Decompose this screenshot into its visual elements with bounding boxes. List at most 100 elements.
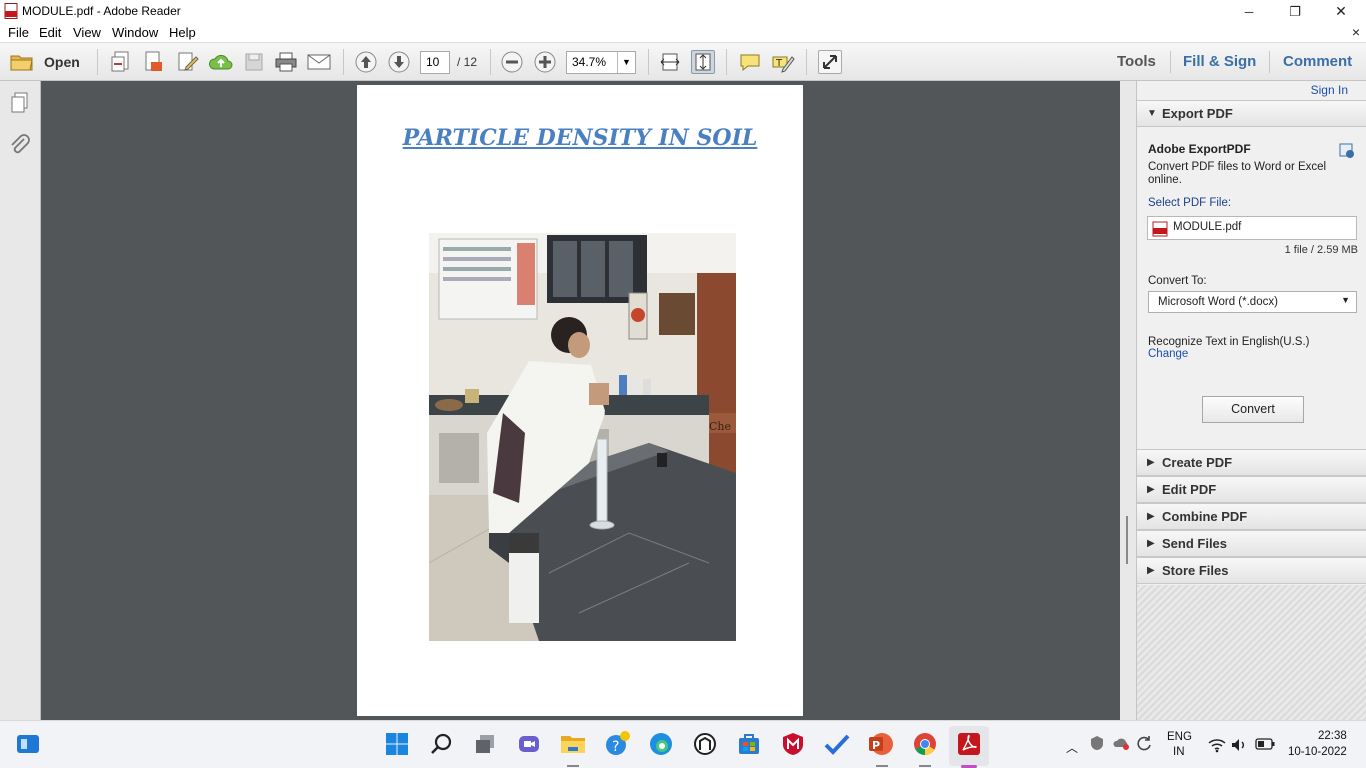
menu-file[interactable]: File [8, 25, 29, 40]
email-icon[interactable] [307, 50, 331, 74]
upload-cloud-icon[interactable] [209, 50, 233, 74]
zoom-in-icon[interactable] [533, 50, 557, 74]
fit-page-icon[interactable] [691, 50, 715, 74]
zoom-out-icon[interactable] [500, 50, 524, 74]
edit-pdf-section-header[interactable]: ▶ Edit PDF [1137, 476, 1366, 503]
language-indicator[interactable]: ENG [1167, 731, 1192, 743]
collapsed-triangle-icon: ▶ [1147, 511, 1155, 522]
title-bar: MODULE.pdf - Adobe Reader ─ ❐ ✕ [0, 0, 1366, 23]
toolbar: Open 10 / 12 34.7% ▼ T Tools Fill & Sign… [0, 43, 1366, 81]
convert-button[interactable]: Convert [1202, 396, 1304, 423]
store-icon[interactable] [736, 731, 762, 757]
document-heading: PARTICLE DENSITY IN SOIL [402, 125, 758, 151]
svg-text:T: T [775, 58, 783, 69]
todo-icon[interactable] [824, 731, 850, 757]
window-title: MODULE.pdf - Adobe Reader [22, 4, 181, 18]
cloud-sync-icon[interactable] [1112, 735, 1130, 751]
comment-pane-link[interactable]: Comment [1283, 53, 1352, 70]
app-icon[interactable] [692, 731, 718, 757]
zoom-select[interactable]: 34.7% ▼ [566, 51, 636, 74]
send-files-section-header[interactable]: ▶ Send Files [1137, 530, 1366, 557]
combine-pdf-section-header[interactable]: ▶ Combine PDF [1137, 503, 1366, 530]
expand-icon[interactable] [818, 50, 842, 74]
section-label: Store Files [1162, 563, 1229, 578]
create-pdf-section-header[interactable]: ▶ Create PDF [1137, 449, 1366, 476]
wifi-icon[interactable] [1208, 737, 1226, 753]
open-button[interactable]: Open [44, 54, 80, 70]
export-description: Convert PDF files to Word or Excel onlin… [1148, 161, 1327, 186]
menu-window[interactable]: Window [112, 25, 158, 40]
clock-date[interactable]: 10-10-2022 [1288, 746, 1347, 758]
chevron-down-icon[interactable]: ▼ [617, 52, 635, 73]
mcafee-tray-icon[interactable] [1089, 735, 1105, 751]
edge-browser-icon[interactable] [648, 731, 674, 757]
export-options-icon[interactable] [1338, 142, 1356, 160]
mcafee-icon[interactable] [780, 731, 806, 757]
battery-icon[interactable] [1255, 738, 1275, 750]
toolbar-divider [648, 49, 649, 75]
page-number-input[interactable]: 10 [420, 51, 450, 74]
language-region[interactable]: IN [1173, 746, 1185, 758]
file-name: MODULE.pdf [1173, 221, 1242, 233]
close-window-button[interactable]: ✕ [1318, 0, 1364, 23]
pdf-file-icon [1152, 221, 1168, 237]
maximize-button[interactable]: ❐ [1272, 0, 1318, 23]
menu-edit[interactable]: Edit [39, 25, 61, 40]
vertical-scrollbar[interactable] [1120, 81, 1136, 720]
tools-pane-link[interactable]: Tools [1117, 53, 1156, 70]
toolbar-divider [490, 49, 491, 75]
chevron-up-icon[interactable]: ︿ [1066, 739, 1078, 756]
create-pdf-icon[interactable] [109, 50, 133, 74]
widgets-icon[interactable] [15, 731, 41, 757]
svg-text:P: P [872, 739, 880, 752]
start-icon[interactable] [384, 731, 410, 757]
export-pdf-icon[interactable] [142, 50, 166, 74]
task-view-icon[interactable] [472, 731, 498, 757]
previous-page-icon[interactable] [354, 50, 378, 74]
volume-icon[interactable] [1231, 737, 1247, 753]
fit-width-icon[interactable] [658, 50, 682, 74]
toolbar-divider [343, 49, 344, 75]
minimize-button[interactable]: ─ [1226, 0, 1272, 23]
print-icon[interactable] [274, 50, 298, 74]
document-viewport[interactable]: PARTICLE DENSITY IN SOIL Che [41, 81, 1120, 720]
tips-icon[interactable]: ? [604, 731, 630, 757]
export-pdf-section-header[interactable]: ▼ Export PDF [1137, 100, 1366, 127]
toolbar-divider [1170, 51, 1171, 73]
toolbar-divider [806, 49, 807, 75]
highlight-text-icon[interactable]: T [771, 50, 795, 74]
change-language-link[interactable]: Change [1148, 348, 1188, 360]
export-pdf-title: Export PDF [1162, 106, 1233, 121]
save-icon[interactable] [242, 50, 266, 74]
selected-file-field[interactable]: MODULE.pdf [1147, 216, 1357, 240]
next-page-icon[interactable] [387, 50, 411, 74]
file-explorer-icon[interactable] [560, 731, 586, 757]
sticky-note-icon[interactable] [738, 50, 762, 74]
export-service-name: Adobe ExportPDF [1148, 142, 1251, 156]
store-files-section-header[interactable]: ▶ Store Files [1137, 557, 1366, 584]
open-folder-icon[interactable] [10, 50, 34, 74]
menu-help[interactable]: Help [169, 25, 196, 40]
edit-pdf-icon[interactable] [176, 50, 200, 74]
page-thumbnails-icon[interactable] [8, 91, 32, 115]
file-info: 1 file / 2.59 MB [1284, 244, 1358, 256]
running-indicator [567, 765, 579, 767]
cabinet-sign-text: Che [709, 420, 731, 433]
sign-in-link[interactable]: Sign In [1311, 83, 1348, 97]
refresh-icon[interactable] [1136, 735, 1152, 751]
chrome-icon[interactable] [912, 731, 938, 757]
powerpoint-icon[interactable]: P [868, 731, 894, 757]
taskbar: ? P ︿ ENG IN 22:38 10-10-2022 [0, 720, 1366, 768]
convert-format-select[interactable]: Microsoft Word (*.docx) ▼ [1148, 291, 1357, 313]
close-document-icon[interactable]: × [1352, 24, 1360, 40]
fill-sign-pane-link[interactable]: Fill & Sign [1183, 53, 1256, 70]
recognize-text-label: Recognize Text in English(U.S.) [1148, 336, 1310, 348]
search-icon[interactable] [428, 731, 454, 757]
adobe-reader-icon[interactable] [956, 731, 982, 757]
clock-time[interactable]: 22:38 [1318, 730, 1347, 742]
pane-splitter-handle[interactable] [1126, 516, 1128, 564]
attachments-icon[interactable] [8, 133, 32, 157]
chat-icon[interactable] [516, 731, 542, 757]
section-label: Send Files [1162, 536, 1228, 551]
menu-view[interactable]: View [73, 25, 101, 40]
